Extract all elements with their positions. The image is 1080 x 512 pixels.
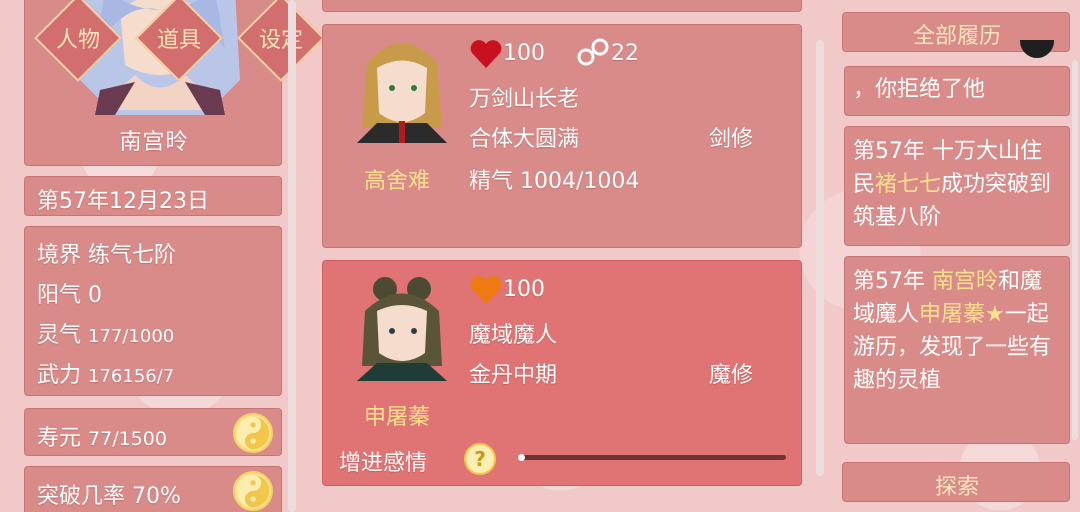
history-text-segment: 第57年 bbox=[853, 269, 932, 294]
character-card[interactable]: 高舍难 100 22 万剑山长老 合体大圆满 剑修 精气 1004/1004 bbox=[322, 24, 802, 248]
yinyang-icon[interactable] bbox=[233, 413, 273, 453]
history-entry-text: ，你拒绝了他 bbox=[853, 73, 1061, 106]
yang-row: 阳气 0 bbox=[37, 277, 102, 309]
handcuffs-icon bbox=[577, 38, 609, 66]
character-avatar bbox=[357, 277, 447, 381]
highlighted-name: ★ bbox=[985, 302, 1005, 327]
yang-label: 阳气 bbox=[37, 283, 82, 308]
history-entry: 第57年 南宫昤和魔域魔人申屠蓁★一起游历，发现了一些有趣的灵植 bbox=[844, 256, 1070, 444]
history-entry: ，你拒绝了他 bbox=[844, 66, 1070, 116]
lifespan-panel: 寿元 77/1500 bbox=[24, 408, 282, 456]
force-value: 176156/7 bbox=[88, 366, 175, 387]
yang-value: 0 bbox=[88, 283, 103, 308]
character-avatar bbox=[357, 43, 447, 143]
breakthrough-value: 70% bbox=[132, 484, 181, 509]
breakthrough-panel: 突破几率 70% bbox=[24, 466, 282, 512]
svg-text:?: ? bbox=[474, 447, 486, 471]
items-nav-label: 道具 bbox=[156, 28, 201, 53]
heart-icon bbox=[470, 276, 502, 304]
character-name: 高舍难 bbox=[363, 169, 430, 194]
settings-nav-label: 设定 bbox=[258, 28, 303, 53]
breakthrough-row: 突破几率 70% bbox=[37, 478, 181, 510]
increase-affection-label: 增进感情 bbox=[339, 451, 428, 476]
lifespan-row: 寿元 77/1500 bbox=[37, 420, 167, 452]
character-card-selected[interactable]: 申屠蓁 100 魔域魔人 金丹中期 魔修 增进感情 ? bbox=[322, 260, 802, 486]
character-path: 剑修 bbox=[709, 127, 754, 152]
affection-value: 100 bbox=[503, 277, 545, 302]
essence-row: 精气 1004/1004 bbox=[469, 163, 639, 195]
breakthrough-label: 突破几率 bbox=[37, 484, 126, 509]
player-name: 南宫昤 bbox=[119, 130, 189, 155]
player-stats-panel: 境界 练气七阶 阳气 0 灵气 177/1000 武力 176156/7 bbox=[24, 226, 282, 396]
affection-value: 100 bbox=[503, 41, 545, 66]
highlighted-name: 申屠蓁 bbox=[919, 302, 986, 327]
game-date: 第57年12月23日 bbox=[37, 189, 209, 214]
force-row: 武力 176156/7 bbox=[37, 357, 174, 389]
history-entry-text: 第57年 十万大山住民褚七七成功突破到筑基八阶 bbox=[853, 135, 1061, 234]
lifespan-value: 77/1500 bbox=[88, 428, 167, 450]
character-realm: 金丹中期 bbox=[469, 363, 558, 388]
middle-scrollbar[interactable] bbox=[816, 40, 824, 476]
spirit-value: 177/1000 bbox=[88, 326, 175, 347]
yinyang-icon[interactable] bbox=[233, 471, 273, 511]
bond-value: 22 bbox=[611, 41, 639, 66]
realm-value: 练气七阶 bbox=[88, 243, 177, 268]
explore-button[interactable]: 探索 bbox=[842, 462, 1070, 502]
realm-row: 境界 练气七阶 bbox=[37, 237, 176, 269]
character-realm: 合体大圆满 bbox=[469, 127, 580, 152]
highlighted-name: 南宫昤 bbox=[932, 269, 999, 294]
left-scrollbar[interactable] bbox=[288, 0, 296, 512]
character-nav-label: 人物 bbox=[55, 28, 100, 53]
affection-progress-track[interactable] bbox=[520, 455, 786, 460]
explore-button-label: 探索 bbox=[934, 475, 979, 500]
heart-icon bbox=[470, 40, 502, 68]
character-path: 魔修 bbox=[709, 363, 754, 388]
history-text-segment: ，你拒绝了他 bbox=[853, 77, 986, 102]
realm-label: 境界 bbox=[37, 243, 82, 268]
help-icon[interactable]: ? bbox=[463, 442, 497, 476]
lifespan-label: 寿元 bbox=[37, 426, 82, 451]
right-scrollbar[interactable] bbox=[1072, 60, 1078, 440]
character-title: 万剑山长老 bbox=[469, 87, 580, 112]
date-panel: 第57年12月23日 bbox=[24, 176, 282, 216]
spirit-row: 灵气 177/1000 bbox=[37, 317, 174, 349]
history-entry-text: 第57年 南宫昤和魔域魔人申屠蓁★一起游历，发现了一些有趣的灵植 bbox=[853, 265, 1061, 397]
essence-label: 精气 bbox=[469, 169, 514, 194]
character-name: 申屠蓁 bbox=[363, 405, 430, 430]
camera-notch bbox=[1020, 40, 1054, 58]
spirit-label: 灵气 bbox=[37, 323, 82, 348]
essence-value: 1004/1004 bbox=[520, 169, 640, 194]
force-label: 武力 bbox=[37, 363, 82, 388]
character-title: 魔域魔人 bbox=[469, 323, 558, 348]
progress-knob[interactable] bbox=[518, 454, 525, 461]
history-entry: 第57年 十万大山住民褚七七成功突破到筑基八阶 bbox=[844, 126, 1070, 246]
highlighted-name: 褚七七 bbox=[875, 172, 942, 197]
card-fragment bbox=[322, 0, 802, 12]
